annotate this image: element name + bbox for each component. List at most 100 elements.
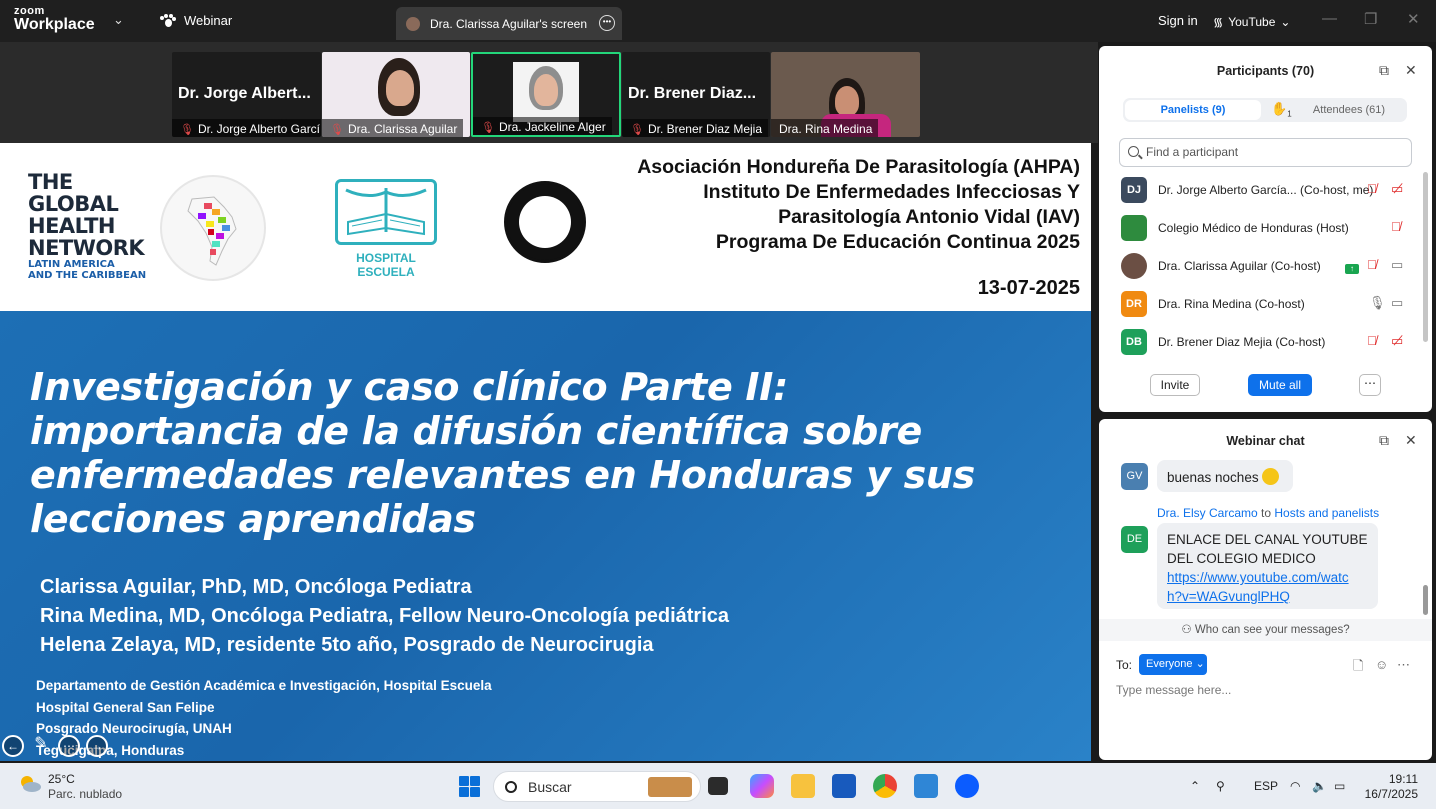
participant-row[interactable]: Colegio Médico de Honduras (Host) 🎙̸: [1121, 213, 1411, 241]
video-feed-face: [386, 70, 414, 106]
video-tile[interactable]: Dr. Jorge Albert... 🎙 Dr. Jorge Alberto G…: [172, 52, 321, 137]
search-placeholder: Buscar: [528, 779, 572, 795]
participant-row[interactable]: DR Dra. Rina Medina (Co-host) 🎙 ▭: [1121, 289, 1411, 317]
close-icon[interactable]: ✕: [1407, 10, 1420, 28]
tile-label: 🎙 Dr. Brener Diaz Mejia: [622, 119, 769, 137]
emoji-icon[interactable]: ☺: [1375, 657, 1388, 672]
participant-search-input[interactable]: Find a participant: [1119, 138, 1412, 167]
mic-muted-icon[interactable]: 🎙̸: [1367, 181, 1377, 196]
video-tile[interactable]: Dra. Rina Medina: [771, 52, 920, 137]
chat-message-line: DEL COLEGIO MEDICO: [1167, 551, 1316, 566]
mic-muted-icon[interactable]: 🎙̸: [1367, 333, 1377, 348]
message-visibility-info[interactable]: ⚇ Who can see your messages?: [1099, 619, 1432, 641]
sign-in-button[interactable]: Sign in: [1158, 13, 1198, 28]
participant-name: Dra. Rina Medina: [779, 122, 873, 136]
video-tile[interactable]: 🎙 Dra. Clarissa Aguilar: [322, 52, 470, 137]
participant-row[interactable]: Dra. Clarissa Aguilar (Co-host) ↑ 🎙̸ ▭: [1121, 251, 1411, 279]
participant-name: Dr. Jorge Alberto García... (Co-host, me…: [1158, 183, 1374, 197]
title-bar: zoom Workplace ⌄ Webinar Dra. Clarissa A…: [0, 0, 1436, 42]
pop-out-icon[interactable]: ⧉: [1379, 62, 1389, 79]
partly-cloudy-icon[interactable]: [18, 772, 42, 796]
temperature[interactable]: 25°C: [48, 772, 75, 786]
pop-out-icon[interactable]: ⧉: [1379, 432, 1389, 449]
zoom-app-icon[interactable]: [955, 774, 979, 798]
logo-text-line: NETWORK: [28, 236, 145, 260]
battery-icon[interactable]: ▭: [1334, 779, 1345, 793]
youtube-label: YouTube: [1228, 14, 1276, 29]
invite-button[interactable]: Invite: [1150, 374, 1200, 396]
slide-body: Investigación y caso clínico Parte II: i…: [0, 311, 1091, 761]
mic-muted-icon: 🎙: [330, 123, 344, 136]
tile-name: Dr. Brener Diaz...: [628, 85, 757, 102]
video-off-icon[interactable]: ▭̸: [1391, 333, 1403, 349]
maximize-icon[interactable]: ❐: [1364, 10, 1377, 28]
video-off-icon[interactable]: ▭̸: [1391, 181, 1403, 197]
close-icon[interactable]: ✕: [1405, 62, 1417, 79]
chat-recipient: Hosts and panelists: [1274, 506, 1380, 520]
scrollbar[interactable]: [1423, 172, 1428, 342]
tab-panelists[interactable]: Panelists (9): [1125, 100, 1261, 120]
zoom-workplace-logo[interactable]: zoom Workplace: [14, 6, 95, 33]
mic-muted-icon[interactable]: 🎙̸: [1391, 219, 1401, 234]
avatar: [1121, 253, 1147, 279]
video-tile[interactable]: Dr. Brener Diaz... 🎙 Dr. Brener Diaz Meji…: [622, 52, 770, 137]
avatar: DJ: [1121, 177, 1147, 203]
participant-row[interactable]: DB Dr. Brener Diaz Mejia (Co-host) 🎙̸ ▭̸: [1121, 327, 1411, 355]
mic-muted-icon: 🎙: [630, 123, 644, 136]
chat-message: buenas noches: [1157, 460, 1293, 492]
smiley-emoji-icon: [1261, 468, 1279, 485]
photos-icon[interactable]: [914, 774, 938, 798]
chat-message-input[interactable]: Type message here...: [1116, 683, 1231, 697]
system-clock[interactable]: 19:11 16/7/2025: [1365, 772, 1418, 802]
youtube-link[interactable]: https://www.youtube.com/watc: [1167, 568, 1368, 587]
pen-icon[interactable]: ✎: [30, 735, 52, 757]
tab-attendees[interactable]: Attendees (61): [1293, 100, 1405, 120]
screen-share-tab[interactable]: Dra. Clarissa Aguilar's screen •••: [396, 7, 622, 40]
file-explorer-icon[interactable]: [791, 774, 815, 798]
previous-slide-icon[interactable]: ←: [2, 735, 24, 757]
scrollbar[interactable]: [1423, 585, 1428, 615]
iav-institute-seal: [504, 181, 586, 263]
mic-icon[interactable]: 🎙: [1369, 295, 1386, 311]
word-icon[interactable]: [832, 774, 856, 798]
org-line: Programa De Educación Continua 2025: [715, 231, 1080, 253]
webinar-tab[interactable]: Webinar: [160, 13, 232, 28]
person-icon: ⚇: [1181, 624, 1192, 636]
slide-title: Investigación y caso clínico Parte II: i…: [30, 365, 1010, 541]
windows-start-icon[interactable]: [459, 776, 480, 797]
video-icon[interactable]: ▭: [1391, 257, 1403, 273]
video-tile-active-speaker[interactable]: 🎙 Dra. Jackeline Alger: [471, 52, 621, 137]
department-line: Departamento de Gestión Académica e Inve…: [36, 678, 492, 693]
mic-muted-icon[interactable]: 🎙̸: [1367, 257, 1377, 272]
more-options-icon[interactable]: ⋯: [58, 735, 80, 757]
video-icon[interactable]: ▭: [1391, 295, 1403, 311]
next-slide-icon[interactable]: →: [86, 735, 108, 757]
file-icon[interactable]: 🗋: [1353, 657, 1363, 679]
taskbar-search-box[interactable]: Buscar: [493, 771, 701, 802]
location-icon[interactable]: ⚲: [1216, 779, 1225, 793]
participant-row[interactable]: DJ Dr. Jorge Alberto García... (Co-host,…: [1121, 175, 1411, 203]
recipient-dropdown[interactable]: Everyone ⌄: [1139, 654, 1207, 675]
chat-sender[interactable]: Dra. Elsy Carcamo: [1157, 506, 1258, 520]
logo-subtext: LATIN AMERICA: [28, 259, 115, 270]
chevron-up-icon[interactable]: ⌃: [1190, 779, 1200, 793]
more-options-button[interactable]: ⋯: [1359, 374, 1381, 396]
raised-hand-icon[interactable]: ✋1: [1271, 101, 1292, 119]
minimize-icon[interactable]: —: [1322, 10, 1337, 27]
logo-text-line: THE: [28, 170, 73, 194]
chevron-down-icon[interactable]: ⌄: [113, 12, 124, 28]
more-options-icon[interactable]: •••: [599, 15, 615, 31]
language-indicator[interactable]: ESP: [1254, 779, 1278, 793]
chrome-icon[interactable]: [873, 774, 897, 798]
wifi-icon[interactable]: ◠: [1290, 779, 1300, 793]
youtube-stream-button[interactable]: ᯾ YouTube ⌄: [1213, 13, 1290, 30]
copilot-icon[interactable]: [750, 774, 774, 798]
close-icon[interactable]: ✕: [1405, 432, 1417, 449]
youtube-link[interactable]: h?v=WAGvunglPHQ: [1167, 587, 1368, 606]
task-view-icon[interactable]: [708, 777, 728, 795]
volume-icon[interactable]: 🔈: [1312, 779, 1327, 793]
title-line: importancia de la difusión científica so…: [30, 409, 922, 453]
weather-description[interactable]: Parc. nublado: [48, 787, 122, 801]
mute-all-button[interactable]: Mute all: [1248, 374, 1312, 396]
more-options-icon[interactable]: ⋯: [1397, 657, 1410, 673]
